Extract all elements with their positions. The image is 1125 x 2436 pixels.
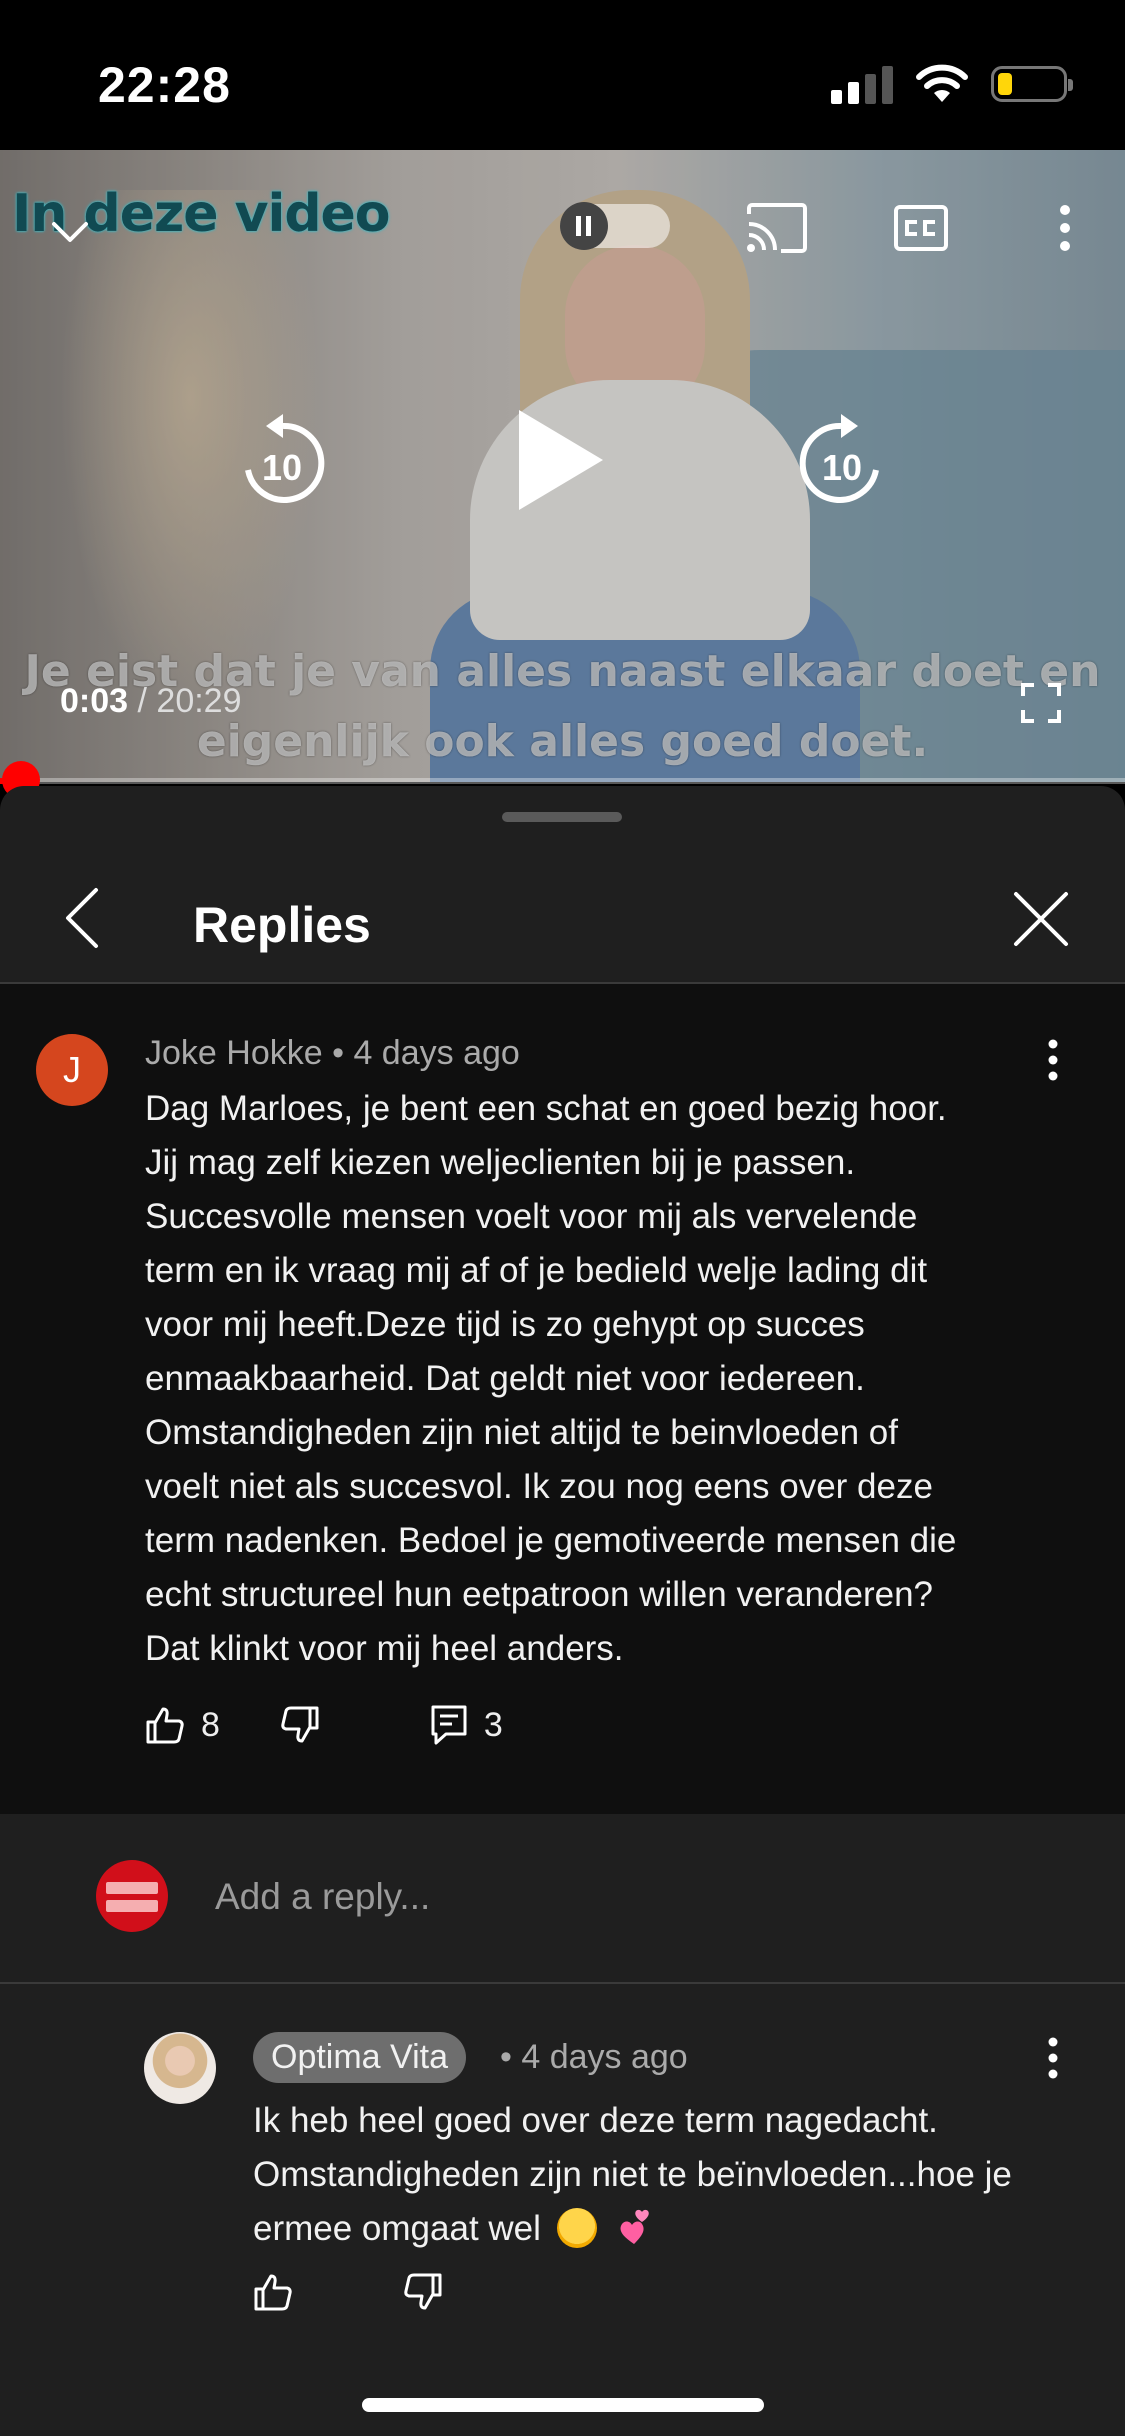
comment-time: 4 days ago [353, 1034, 520, 1072]
reply-composer: Add a reply... [0, 1814, 1125, 1984]
parent-comment: J Joke Hokke • 4 days ago Dag Marloes, j… [0, 984, 1125, 1814]
current-time: 0:03 [60, 682, 129, 720]
replies-sheet: Replies J Joke Hokke • 4 days ago Dag Ma… [0, 786, 1125, 2436]
seek-back-label: 10 [262, 447, 302, 488]
status-time: 22:28 [98, 57, 231, 113]
reply-text-container: Ik heb heel goed over deze term nagedach… [253, 2094, 1083, 2256]
comment-meta: Joke Hokke • 4 days ago [145, 1034, 520, 1073]
fullscreen-icon[interactable] [1020, 682, 1062, 724]
more-options-button[interactable] [1030, 196, 1100, 260]
signal-icon [831, 64, 893, 104]
reply-actions [253, 2272, 443, 2312]
forward-10-icon: 10 [799, 414, 879, 503]
close-icon[interactable] [1012, 890, 1070, 948]
seek-forward-label: 10 [822, 447, 862, 488]
comment-author[interactable]: Joke Hokke [145, 1034, 323, 1072]
drag-handle[interactable] [502, 812, 622, 822]
battery-icon [991, 66, 1073, 102]
reply-comment: Optima Vita • 4 days ago Ik heb heel goe… [0, 1984, 1125, 2436]
subtitle-line-2: eigenlijk ook alles goed doet. [196, 716, 929, 767]
replay-10-icon: 10 [245, 414, 325, 503]
cast-icon [747, 203, 807, 253]
play-button[interactable] [515, 408, 605, 512]
play-icon [519, 410, 603, 510]
thumb-down-icon [281, 1706, 319, 1743]
two-hearts-emoji-icon [612, 2208, 652, 2248]
like-button[interactable]: 8 [145, 1705, 220, 1745]
like-count: 8 [201, 1705, 220, 1744]
autoplay-toggle[interactable] [560, 202, 670, 250]
user-avatar [96, 1860, 168, 1932]
progress-bar[interactable] [0, 761, 1125, 799]
back-arrow-icon[interactable] [60, 886, 110, 950]
seek-forward-button[interactable]: 10 [796, 414, 886, 514]
pause-icon [560, 202, 608, 250]
add-reply-input[interactable]: Add a reply... [215, 1876, 430, 1918]
time-display: 0:03 / 20:29 [60, 682, 242, 721]
comment-icon [431, 1705, 467, 1745]
avatar[interactable]: J [36, 1034, 108, 1106]
chevron-down-icon[interactable] [48, 210, 92, 254]
reply-count: 3 [483, 1705, 503, 1744]
captions-button[interactable] [886, 196, 956, 260]
dislike-button[interactable] [280, 1705, 320, 1745]
comment-text: Dag Marloes, je bent een schat en goed b… [145, 1089, 957, 1668]
wifi-icon [916, 64, 968, 102]
more-vert-icon[interactable] [1040, 1038, 1066, 1082]
avatar[interactable] [144, 2032, 216, 2104]
status-bar: 22:28 [0, 0, 1125, 150]
video-player[interactable]: In deze video 10 10 Je eist dat je van a… [0, 150, 1125, 782]
thumb-up-icon [146, 1707, 184, 1744]
cc-icon [894, 205, 948, 251]
comment-actions: 8 3 [145, 1704, 503, 1746]
status-icons [831, 64, 1073, 104]
more-vert-icon [1060, 205, 1070, 251]
avatar-letter: J [63, 1049, 81, 1090]
thumb-up-icon[interactable] [253, 2272, 293, 2312]
home-indicator [362, 2398, 764, 2412]
duration: / 20:29 [137, 682, 242, 720]
thumb-down-icon[interactable] [403, 2272, 443, 2312]
reply-author[interactable]: Optima Vita [253, 2032, 467, 2083]
meta-separator: • [332, 1034, 344, 1072]
seek-back-button[interactable]: 10 [238, 414, 328, 514]
replies-count-button[interactable]: 3 [430, 1704, 503, 1746]
sheet-header: Replies [0, 846, 1125, 984]
reply-time: • 4 days ago [500, 2038, 688, 2076]
sheet-title: Replies [193, 897, 371, 953]
more-vert-icon[interactable] [1040, 2036, 1066, 2080]
cast-button[interactable] [742, 196, 812, 260]
smiling-face-emoji-icon [556, 2208, 597, 2248]
